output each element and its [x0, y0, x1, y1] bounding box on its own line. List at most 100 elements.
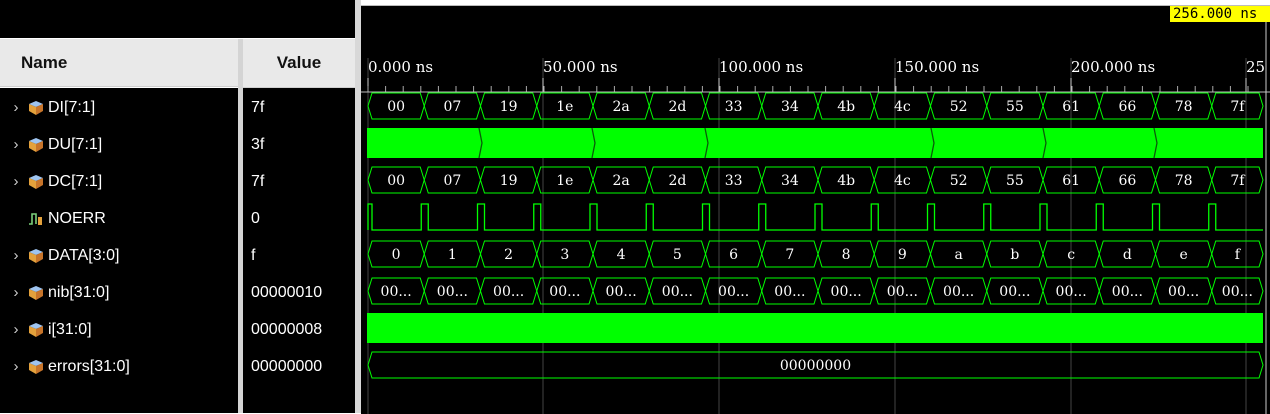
expand-chevron-icon[interactable]: ›	[11, 321, 21, 338]
bus-value-label: 00...	[718, 284, 749, 300]
expand-chevron-icon[interactable]: ›	[11, 99, 21, 116]
name-column-header[interactable]: Name	[0, 39, 238, 87]
signal-row[interactable]: › DU[7:1]	[0, 126, 103, 163]
bus-value-label: 4b	[837, 99, 855, 115]
value-column-header[interactable]: Value	[243, 39, 355, 88]
signal-list: ›DI[7:1]›DU[7:1]›DC[7:1]›NOERR›DATA[3:0]…	[0, 88, 355, 413]
bus-value-label: 00...	[1056, 284, 1087, 300]
bus-value-label: 2d	[668, 173, 686, 189]
signal-row[interactable]: › nib[31:0]	[0, 274, 110, 311]
expand-chevron-icon[interactable]: ›	[11, 173, 21, 190]
bus-value-label: 00...	[831, 284, 862, 300]
bus-value-label: 00	[387, 99, 405, 115]
signal-value: 7f	[251, 98, 265, 116]
signal-row[interactable]: › i[31:0]	[0, 311, 92, 348]
bus-value-label: 78	[1175, 99, 1193, 115]
bus-value-label: 33	[725, 173, 743, 189]
expand-chevron-icon[interactable]: ›	[11, 358, 21, 375]
column-divider[interactable]	[238, 39, 243, 413]
bus-value-label: 1	[448, 247, 457, 263]
bus-value-label: 7	[785, 247, 794, 263]
bus-value-label: 34	[781, 99, 799, 115]
signal-name: errors[31:0]	[48, 357, 130, 375]
signal-value: f	[251, 246, 256, 264]
bus-value-label: 66	[1118, 173, 1136, 189]
signal-name: NOERR	[48, 209, 106, 227]
bus-value-label: 00...	[943, 284, 974, 300]
ruler-tick-label: 100.000 ns	[719, 58, 804, 76]
bus-value-label: 2	[504, 247, 513, 263]
bus-value-label: 52	[950, 99, 968, 115]
bus-value-label: 00...	[887, 284, 918, 300]
signal-value: 00000000	[251, 357, 323, 375]
bus-value-label: 4c	[894, 173, 911, 189]
signal-row[interactable]: › errors[31:0]	[0, 348, 130, 385]
bus-value-label: 34	[781, 173, 799, 189]
bus-value-label: 00...	[1168, 284, 1199, 300]
bus-value-label: 00...	[606, 284, 637, 300]
value-column: 7f 3f 7f 0 f 00000010 00000008 00000000	[243, 88, 355, 413]
ruler-tick-label: 200.000 ns	[1071, 58, 1156, 76]
bus-value-label: 00...	[774, 284, 805, 300]
bus-value-label: 2a	[612, 99, 629, 115]
expand-chevron-icon[interactable]: ›	[11, 247, 21, 264]
bus-value-label: 9	[898, 247, 907, 263]
signal-value: 7f	[251, 172, 265, 190]
signal-row[interactable]: ›NOERR	[0, 200, 106, 237]
signal-row[interactable]: › DC[7:1]	[0, 163, 103, 200]
expand-chevron-icon[interactable]: ›	[11, 284, 21, 301]
bus-value-label: 00...	[437, 284, 468, 300]
ruler-tick-label: 25	[1246, 58, 1266, 76]
bus-value-label: 55	[1006, 99, 1024, 115]
pane-toolbar-area	[0, 0, 355, 38]
signal-name: i[31:0]	[48, 320, 92, 338]
bus-signal-icon	[28, 285, 44, 300]
bus-value-label: 7f	[1230, 173, 1246, 189]
bus-value-label: 2a	[612, 173, 629, 189]
bus-value-label: 00...	[1112, 284, 1143, 300]
bus-value-label: 00...	[1222, 284, 1253, 300]
bus-signal-icon	[28, 322, 44, 337]
bus-value-label: 00...	[549, 284, 580, 300]
expand-chevron-icon[interactable]: ›	[11, 136, 21, 153]
bus-value-label: 4c	[894, 99, 911, 115]
bus-value-label: 1e	[556, 99, 573, 115]
waveform-viewer: Name Value ›DI[7:1]›DU[7:1]›DC[7:1]›NOER…	[0, 0, 1270, 414]
bit-waveform	[367, 203, 1263, 231]
signal-value: 00000010	[251, 283, 323, 301]
bus-value-label: 55	[1006, 173, 1024, 189]
bus-value-label: f	[1235, 247, 1242, 263]
bit-signal-icon	[28, 212, 44, 226]
bus-signal-icon	[28, 100, 44, 115]
bus-value-label: 4	[617, 247, 626, 263]
bus-value-label: a	[954, 247, 962, 263]
signal-value: 00000008	[251, 320, 323, 338]
bus-value-label: 19	[500, 173, 518, 189]
cursor-time-label[interactable]: 256.000 ns	[1170, 6, 1270, 22]
signal-value: 3f	[251, 135, 265, 153]
ruler-tick-label: 0.000 ns	[368, 58, 434, 76]
bus-value-label: 00...	[662, 284, 693, 300]
bus-signal-icon	[28, 248, 44, 263]
bus-value-label: 00...	[493, 284, 524, 300]
signal-row[interactable]: › DATA[3:0]	[0, 237, 120, 274]
bus-value-label: 61	[1062, 173, 1080, 189]
bus-value-label: 07	[443, 173, 461, 189]
bus-value-label: 19	[500, 99, 518, 115]
signal-row[interactable]: › DI[7:1]	[0, 89, 96, 126]
bus-value-label: d	[1123, 247, 1132, 263]
bus-value-label: 61	[1062, 99, 1080, 115]
bus-value-label: 2d	[668, 99, 686, 115]
dense-bus-fill	[367, 128, 1263, 158]
signal-value: 0	[251, 209, 260, 227]
ruler-tick-label: 50.000 ns	[543, 58, 618, 76]
bus-value-label: 1e	[556, 173, 573, 189]
bus-value-label: c	[1067, 247, 1075, 263]
bus-value-label: 00...	[999, 284, 1030, 300]
name-column: ›DI[7:1]›DU[7:1]›DC[7:1]›NOERR›DATA[3:0]…	[0, 88, 238, 413]
bus-value-label: 00...	[381, 284, 412, 300]
bus-value-label: 4b	[837, 173, 855, 189]
bus-value-label: 33	[725, 99, 743, 115]
signal-name: DATA[3:0]	[48, 246, 120, 264]
bus-value-label: b	[1010, 247, 1019, 263]
